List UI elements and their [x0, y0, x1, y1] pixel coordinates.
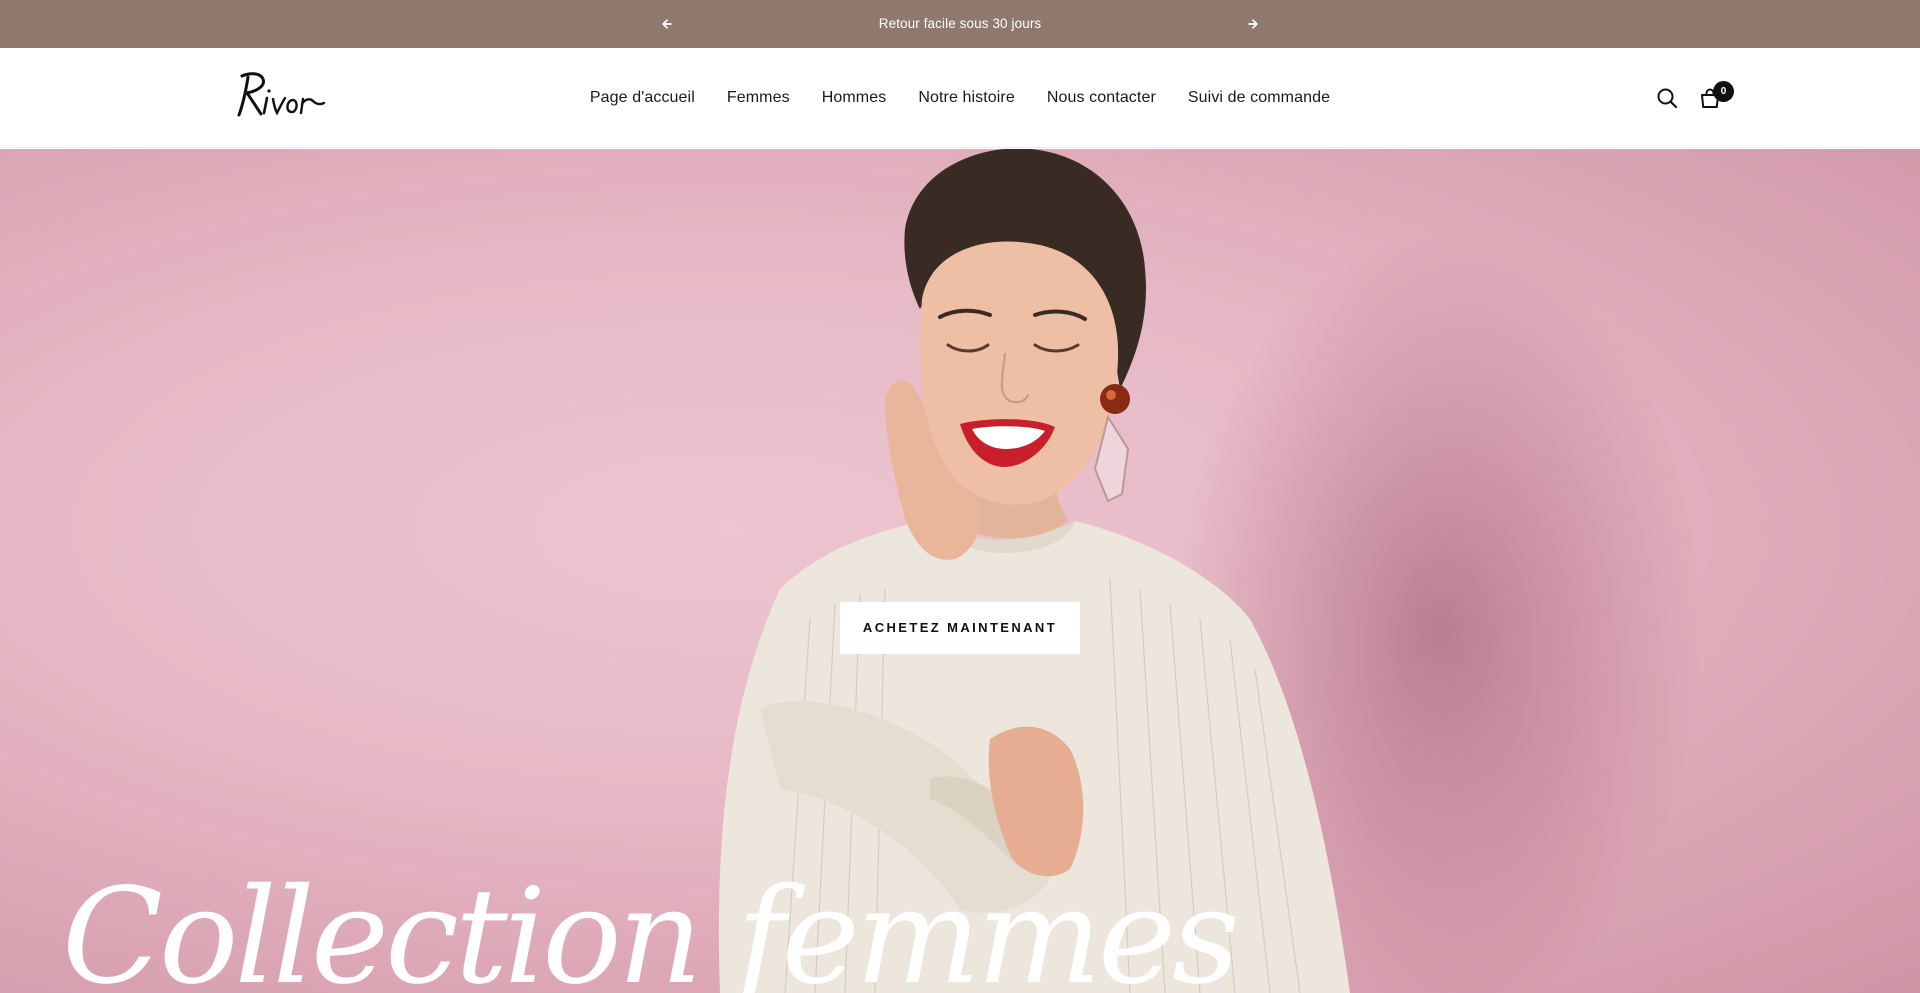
hero-title: Collection femmes	[62, 860, 1240, 993]
cart-count-badge: 0	[1713, 81, 1734, 102]
hero-banner: ACHETEZ MAINTENANT Collection femmes	[0, 149, 1920, 993]
announcement-bar: Retour facile sous 30 jours	[0, 0, 1920, 48]
site-header: Page d'accueil Femmes Hommes Notre histo…	[0, 48, 1920, 148]
arrow-right-icon[interactable]	[1243, 14, 1263, 34]
nav-item-nous-contacter[interactable]: Nous contacter	[1047, 89, 1156, 107]
shop-now-button[interactable]: ACHETEZ MAINTENANT	[840, 602, 1080, 654]
announcement-text: Retour facile sous 30 jours	[878, 16, 1042, 31]
logo[interactable]	[230, 68, 330, 122]
nav-item-accueil[interactable]: Page d'accueil	[590, 89, 695, 107]
nav-item-suivi-commande[interactable]: Suivi de commande	[1188, 89, 1330, 107]
nav-item-notre-histoire[interactable]: Notre histoire	[918, 89, 1015, 107]
nav-item-hommes[interactable]: Hommes	[822, 89, 887, 107]
nav-item-femmes[interactable]: Femmes	[727, 89, 790, 107]
logo-wordmark	[237, 72, 326, 117]
search-icon[interactable]	[1654, 85, 1680, 111]
